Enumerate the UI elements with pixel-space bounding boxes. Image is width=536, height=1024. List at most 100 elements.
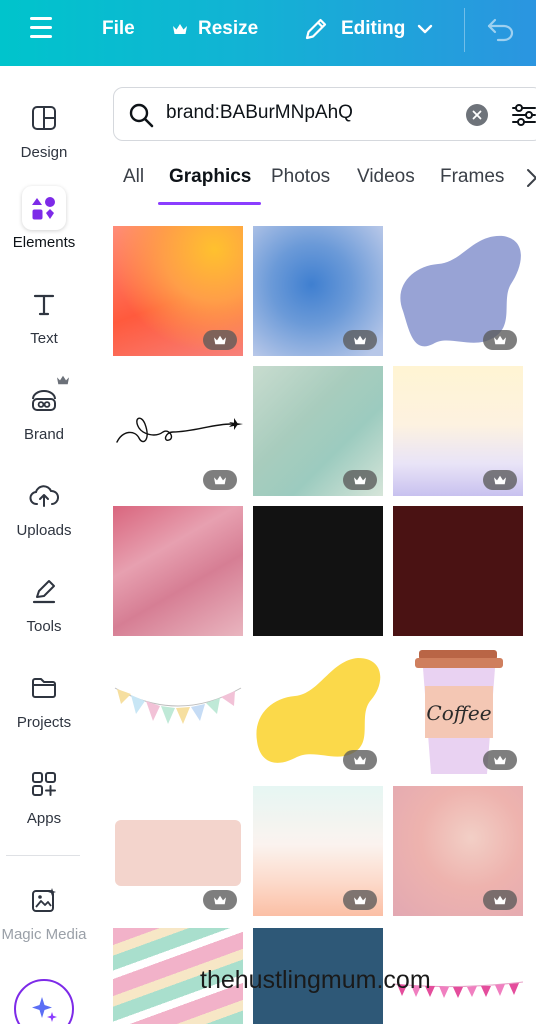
- sidebar-item-projects[interactable]: Projects: [0, 666, 88, 731]
- sidebar-item-apps[interactable]: Apps: [0, 762, 88, 827]
- pro-badge: [343, 470, 377, 490]
- graphic-tile-bunting[interactable]: [113, 646, 243, 776]
- crown-icon: [494, 335, 506, 345]
- text-icon: [22, 282, 66, 326]
- editing-label: Editing: [341, 18, 406, 39]
- crown-icon: [354, 335, 366, 345]
- magic-assistant-button[interactable]: [14, 979, 74, 1024]
- sidebar-item-label: Tools: [26, 618, 62, 635]
- sidebar-item-elements[interactable]: Elements: [0, 186, 88, 251]
- editing-mode-dropdown[interactable]: Editing: [303, 16, 433, 42]
- sidebar-item-design[interactable]: Design: [0, 96, 88, 161]
- pro-badge: [203, 890, 237, 910]
- pro-badge: [203, 330, 237, 350]
- graphic-tile-gradient-cream-lilac[interactable]: [393, 366, 523, 496]
- graphic-tile-gradient-blue[interactable]: [253, 226, 383, 356]
- sidebar-item-brand[interactable]: Brand: [0, 375, 88, 443]
- bunting-garland: [114, 687, 242, 724]
- brand-icon: [22, 375, 69, 422]
- crown-icon: [214, 895, 226, 905]
- tab-videos[interactable]: Videos: [357, 166, 415, 188]
- crown-icon: [57, 375, 69, 385]
- graphic-tile-solid-maroon[interactable]: [393, 506, 523, 636]
- sidebar-divider: [6, 855, 80, 856]
- crown-icon: [214, 475, 226, 485]
- crown-icon: [354, 475, 366, 485]
- sidebar-item-label: Apps: [26, 810, 62, 827]
- sliders-icon: [512, 104, 536, 126]
- pro-badge: [343, 890, 377, 910]
- graphic-tile-pink-watercolor[interactable]: [113, 506, 243, 636]
- pen-icon: [22, 570, 66, 614]
- pro-badge: [203, 470, 237, 490]
- graphic-tile-gradient-orange[interactable]: [113, 226, 243, 356]
- search-icon: [129, 103, 154, 128]
- watermark-text: thehustlingmum.com: [200, 966, 431, 994]
- graphic-tile-airplane-line[interactable]: [113, 366, 243, 496]
- clear-search-button[interactable]: [466, 104, 488, 126]
- sidebar-item-label: Text: [30, 330, 58, 347]
- graphic-tile-gradient-mint[interactable]: [253, 366, 383, 496]
- sidebar-item-label: Projects: [16, 714, 72, 731]
- pro-badge: [483, 330, 517, 350]
- crown-icon: [494, 755, 506, 765]
- magic-media-icon: [22, 878, 66, 922]
- graphic-tile-solid-black[interactable]: [253, 506, 383, 636]
- sidebar-item-text[interactable]: Text: [0, 282, 88, 347]
- sidebar-item-magic-media[interactable]: Magic Media: [0, 878, 88, 943]
- crown-icon: [214, 335, 226, 345]
- active-tab-indicator: [158, 202, 261, 205]
- graphic-tile-gradient-peach[interactable]: [253, 786, 383, 916]
- graphic-tile-peach-rectangle[interactable]: [113, 786, 243, 916]
- pencil-icon: [305, 18, 327, 40]
- pro-badge: [483, 890, 517, 910]
- pro-badge: [483, 470, 517, 490]
- tabs-scroll-right-button[interactable]: [526, 168, 536, 193]
- crown-icon: [354, 895, 366, 905]
- coffee-label: Coffee: [426, 701, 491, 725]
- resize-label: Resize: [198, 18, 259, 39]
- sidebar-item-tools[interactable]: Tools: [0, 570, 88, 635]
- shapes-icon: [22, 186, 66, 230]
- filter-button[interactable]: [510, 101, 536, 134]
- sparkle-icon: [32, 997, 57, 1022]
- cloud-upload-icon: [22, 474, 66, 518]
- crown-icon: [494, 475, 506, 485]
- chevron-right-icon: [527, 169, 536, 187]
- hamburger-menu-button[interactable]: [30, 17, 56, 43]
- chevron-down-icon: [418, 24, 433, 34]
- apps-icon: [22, 762, 66, 806]
- resize-button[interactable]: Resize: [172, 18, 258, 40]
- sidebar-item-label: Design: [20, 144, 68, 161]
- crown-icon: [173, 24, 187, 34]
- layout-icon: [22, 96, 66, 140]
- sidebar-item-label: Brand: [23, 426, 65, 443]
- pro-badge: [343, 330, 377, 350]
- sidebar-item-label: Uploads: [16, 522, 72, 539]
- peach-shape: [115, 820, 241, 886]
- graphic-tile-coffee-cup[interactable]: Coffee: [393, 646, 523, 776]
- sidebar-item-uploads[interactable]: Uploads: [0, 474, 88, 539]
- sidebar-item-label: Magic Media: [1, 926, 87, 943]
- close-icon: [472, 110, 482, 120]
- folder-icon: [22, 666, 66, 710]
- search-input[interactable]: [166, 102, 456, 124]
- crown-icon: [494, 895, 506, 905]
- graphic-tile-blob-lavender[interactable]: [393, 226, 523, 356]
- tab-frames[interactable]: Frames: [440, 166, 504, 188]
- side-panel-rail: Design Elements Text Brand Uploads Tools…: [0, 66, 88, 1024]
- crown-icon: [354, 755, 366, 765]
- undo-icon: [487, 18, 514, 42]
- sidebar-item-label: Elements: [12, 234, 76, 251]
- pro-badge: [483, 750, 517, 770]
- tab-graphics[interactable]: Graphics: [169, 166, 251, 188]
- search-bar: [113, 87, 536, 141]
- graphic-tile-gradient-rose[interactable]: [393, 786, 523, 916]
- top-toolbar: File Resize Editing: [0, 0, 536, 66]
- graphic-tile-blob-yellow[interactable]: [253, 646, 383, 776]
- undo-button[interactable]: [486, 16, 516, 47]
- file-menu-button[interactable]: File: [102, 18, 135, 40]
- tab-photos[interactable]: Photos: [271, 166, 330, 188]
- pro-badge: [343, 750, 377, 770]
- tab-all[interactable]: All: [123, 166, 144, 188]
